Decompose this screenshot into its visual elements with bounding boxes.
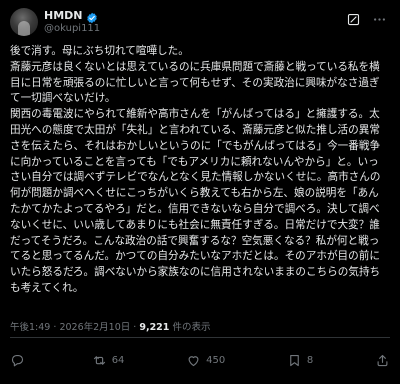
like-button[interactable]: 450 xyxy=(186,353,225,368)
post-meta: 午後1:49 · 2026年2月10日 · 9,221 件の表示 xyxy=(10,319,210,333)
post-paragraph: 後で消す。母にぶち切れて喧嘩した。 xyxy=(10,45,189,57)
avatar[interactable] xyxy=(10,8,38,36)
more-options-icon xyxy=(373,17,385,21)
like-count: 450 xyxy=(206,354,226,366)
like-icon xyxy=(188,355,199,366)
meta-separator: · xyxy=(53,322,57,333)
action-bar: 64 450 8 xyxy=(10,348,390,372)
bookmark-icon xyxy=(290,354,299,366)
post-body: 後で消す。母にぶち切れて喧嘩した。 斎藤元彦は良くないとは思えているのに兵庫県問… xyxy=(10,44,388,297)
reply-icon xyxy=(11,354,24,366)
share-button[interactable] xyxy=(375,353,390,368)
bookmark-button[interactable]: 8 xyxy=(287,353,313,368)
share-icon xyxy=(377,354,388,366)
views-count: 9,221 xyxy=(139,322,170,333)
author-block: HMDN @okupi111 xyxy=(44,8,100,35)
author-display-name[interactable]: HMDN xyxy=(44,9,83,22)
reply-button[interactable] xyxy=(10,353,30,368)
grok-icon xyxy=(347,13,359,25)
post-date[interactable]: 2026年2月10日 xyxy=(59,322,130,333)
author-handle[interactable]: @okupi111 xyxy=(44,23,100,34)
verified-badge-icon xyxy=(86,9,98,24)
grok-button[interactable] xyxy=(342,8,364,30)
divider xyxy=(10,337,390,338)
post-time[interactable]: 午後1:49 xyxy=(10,322,50,333)
bookmark-count: 8 xyxy=(306,354,314,366)
meta-separator: · xyxy=(133,322,137,333)
post-card: HMDN @okupi111 後で消す。母にぶち切れて喧嘩した。 斎藤元彦は良く… xyxy=(0,0,400,384)
repost-icon xyxy=(93,355,105,365)
post-header: HMDN @okupi111 xyxy=(10,8,390,38)
repost-count: 64 xyxy=(111,354,125,366)
post-paragraph: 斎藤元彦は良くないとは思えているのに兵庫県問題で斎藤と戦っている私を横目に日常を… xyxy=(10,60,380,105)
repost-button[interactable]: 64 xyxy=(92,353,125,368)
views-label: 件の表示 xyxy=(172,322,211,333)
post-paragraph: 関西の毒電波にやられて維新や高市さんを「がんばってはる」と擁護する。太田光への態… xyxy=(10,108,381,294)
name-row: HMDN xyxy=(44,8,100,24)
more-options-button[interactable] xyxy=(368,8,390,30)
